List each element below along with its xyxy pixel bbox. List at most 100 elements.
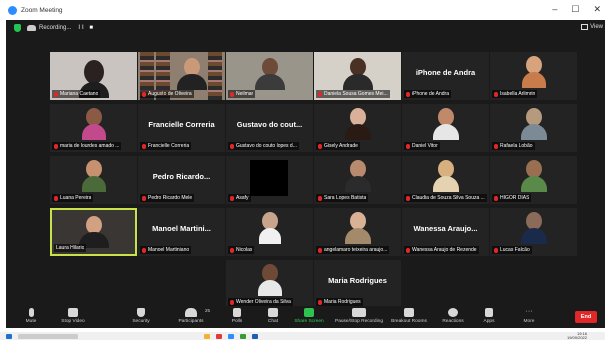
- participant-tile[interactable]: Maria Rodrigues Maria Rodrigues: [314, 260, 401, 308]
- app-taskbar-icon[interactable]: [240, 333, 246, 339]
- end-meeting-button[interactable]: End: [575, 311, 597, 323]
- participant-label: Claudia de Souza Silva Souza ...: [404, 194, 487, 202]
- participant-label: Daniel Vitor: [404, 142, 440, 150]
- participant-label: maria de lourdes amado ...: [52, 142, 122, 150]
- participant-photo: [344, 108, 371, 140]
- participant-photo: [257, 264, 282, 296]
- more-button[interactable]: ··· More: [506, 308, 552, 324]
- muted-mic-icon: [494, 91, 498, 97]
- breakout-rooms-icon: [404, 308, 414, 317]
- participant-photo: [81, 160, 106, 192]
- participant-tile[interactable]: Luana Pereira: [50, 156, 137, 204]
- participant-display-name: Manoel Martini...: [152, 224, 211, 233]
- meeting-topbar: Recording... II ■: [6, 20, 605, 36]
- browser-icon[interactable]: [216, 333, 222, 339]
- participant-tile[interactable]: HIGOR DIAS: [490, 156, 577, 204]
- participant-label: Maria Rodrigues: [316, 298, 363, 306]
- share-screen-icon: [304, 308, 314, 317]
- breakout-rooms-button[interactable]: Breakout Rooms: [386, 308, 432, 324]
- participant-tile[interactable]: Lucas Falcão: [490, 208, 577, 256]
- recording-controls[interactable]: II ■: [78, 25, 95, 31]
- participant-label: Neilmar: [228, 90, 256, 98]
- participant-tile[interactable]: angelamaro teixeira araujo...: [314, 208, 401, 256]
- window-controls: – ☐ ✕: [552, 4, 601, 15]
- muted-mic-icon: [54, 195, 58, 201]
- participant-label: Pedro Ricardo Mele: [140, 194, 195, 202]
- muted-mic-icon: [318, 143, 322, 149]
- participant-tile[interactable]: Daniel Vitor: [402, 104, 489, 152]
- participant-tile[interactable]: iPhone de Andra iPhone de Andra: [402, 52, 489, 100]
- participant-tile[interactable]: Pedro Ricardo... Pedro Ricardo Mele: [138, 156, 225, 204]
- muted-mic-icon: [494, 247, 498, 253]
- participant-display-name: Francielle Correria: [148, 120, 215, 129]
- participant-tile[interactable]: Manoel Martini... Manoel Martiniano: [138, 208, 225, 256]
- recording-indicator: Recording... II ■: [27, 25, 95, 31]
- participant-label: Mariana Caetano: [52, 90, 101, 98]
- view-button[interactable]: View: [581, 24, 603, 30]
- muted-mic-icon: [54, 143, 58, 149]
- participant-tile[interactable]: Wanessa Araujo... Wanessa Araujo de Reze…: [402, 208, 489, 256]
- muted-mic-icon: [318, 195, 322, 201]
- maximize-button[interactable]: ☐: [571, 4, 579, 15]
- muted-mic-icon: [142, 143, 146, 149]
- participant-tile[interactable]: maria de lourdes amado ...: [50, 104, 137, 152]
- participant-label: angelamaro teixeira araujo...: [316, 246, 390, 254]
- participant-display-name: iPhone de Andra: [415, 68, 476, 77]
- participant-photo: [81, 108, 106, 140]
- participant-tile[interactable]: Claudia de Souza Silva Souza ...: [402, 156, 489, 204]
- participant-tile[interactable]: Sara Lopes Batista: [314, 156, 401, 204]
- pause-recording-button[interactable]: Pause/Stop Recording: [330, 308, 388, 324]
- muted-mic-icon: [494, 143, 498, 149]
- minimize-button[interactable]: –: [552, 4, 557, 15]
- word-taskbar-icon[interactable]: [252, 333, 258, 339]
- participant-label: iPhone de Andra: [404, 90, 451, 98]
- participant-tile[interactable]: Gustavo do cout... Gustavo do couto lope…: [226, 104, 313, 152]
- participant-tile[interactable]: Mariana Caetano: [50, 52, 137, 100]
- zoom-taskbar-icon[interactable]: [228, 333, 234, 339]
- meeting-area: Recording... II ■ View Mariana Caetano A…: [6, 20, 605, 308]
- security-button[interactable]: Security: [118, 308, 164, 324]
- participant-label: Daniela Sousa Gomes Mei...: [316, 90, 390, 98]
- view-label: View: [590, 24, 603, 30]
- participant-tile[interactable]: Daniela Sousa Gomes Mei...: [314, 52, 401, 100]
- participant-tile[interactable]: Wender Oliveira da Silva: [226, 260, 313, 308]
- participant-label: Isabella Arlimrin: [492, 90, 538, 98]
- file-explorer-icon[interactable]: [204, 333, 210, 339]
- muted-mic-icon: [230, 91, 234, 97]
- participant-label: Rafaela Lobão: [492, 142, 535, 150]
- participant-display-name: Pedro Ricardo...: [152, 172, 211, 181]
- close-button[interactable]: ✕: [593, 4, 601, 15]
- participant-tile[interactable]: Gisely Andrade: [314, 104, 401, 152]
- windows-start-icon[interactable]: [6, 333, 12, 339]
- participant-tile[interactable]: Asafy: [226, 156, 313, 204]
- participant-photo: [344, 212, 371, 244]
- emoji-icon: [448, 308, 458, 317]
- participant-tile-active-speaker[interactable]: Laura Hilario: [50, 208, 137, 256]
- system-clock[interactable]: 19:16 19/09/2022: [567, 332, 587, 340]
- window-title: Zoom Meeting: [21, 6, 63, 14]
- participant-label: Gisely Andrade: [316, 142, 360, 150]
- search-box[interactable]: [18, 333, 78, 339]
- recording-label: Recording...: [39, 25, 72, 31]
- meeting-toolbar: Mute Stop Video Security Participants 25…: [6, 306, 605, 328]
- participant-tile[interactable]: Isabella Arlimrin: [490, 52, 577, 100]
- participant-label: Laura Hilario: [54, 244, 87, 252]
- windows-taskbar: 19:16 19/09/2022: [0, 332, 605, 340]
- muted-mic-icon: [230, 299, 234, 305]
- participant-label: Asafy: [228, 194, 251, 202]
- participant-photo: [432, 108, 459, 140]
- participant-tile[interactable]: Augusto de Oliveira: [138, 52, 225, 100]
- participant-tile[interactable]: Neilmar: [226, 52, 313, 100]
- participant-label: Lucas Falcão: [492, 246, 532, 254]
- stop-video-button[interactable]: Stop Video: [50, 308, 96, 324]
- participants-count: 25: [205, 308, 211, 313]
- participant-tile[interactable]: Rafaela Lobão: [490, 104, 577, 152]
- mute-button[interactable]: Mute: [8, 308, 54, 324]
- muted-mic-icon: [494, 195, 498, 201]
- participant-tile[interactable]: Francielle Correria Francielle Correria: [138, 104, 225, 152]
- encryption-shield-icon[interactable]: [14, 24, 21, 32]
- muted-mic-icon: [406, 247, 410, 253]
- participant-label: Wender Oliveira da Silva: [228, 298, 293, 306]
- share-screen-button[interactable]: Share Screen: [286, 308, 332, 324]
- participant-tile[interactable]: Nicolas: [226, 208, 313, 256]
